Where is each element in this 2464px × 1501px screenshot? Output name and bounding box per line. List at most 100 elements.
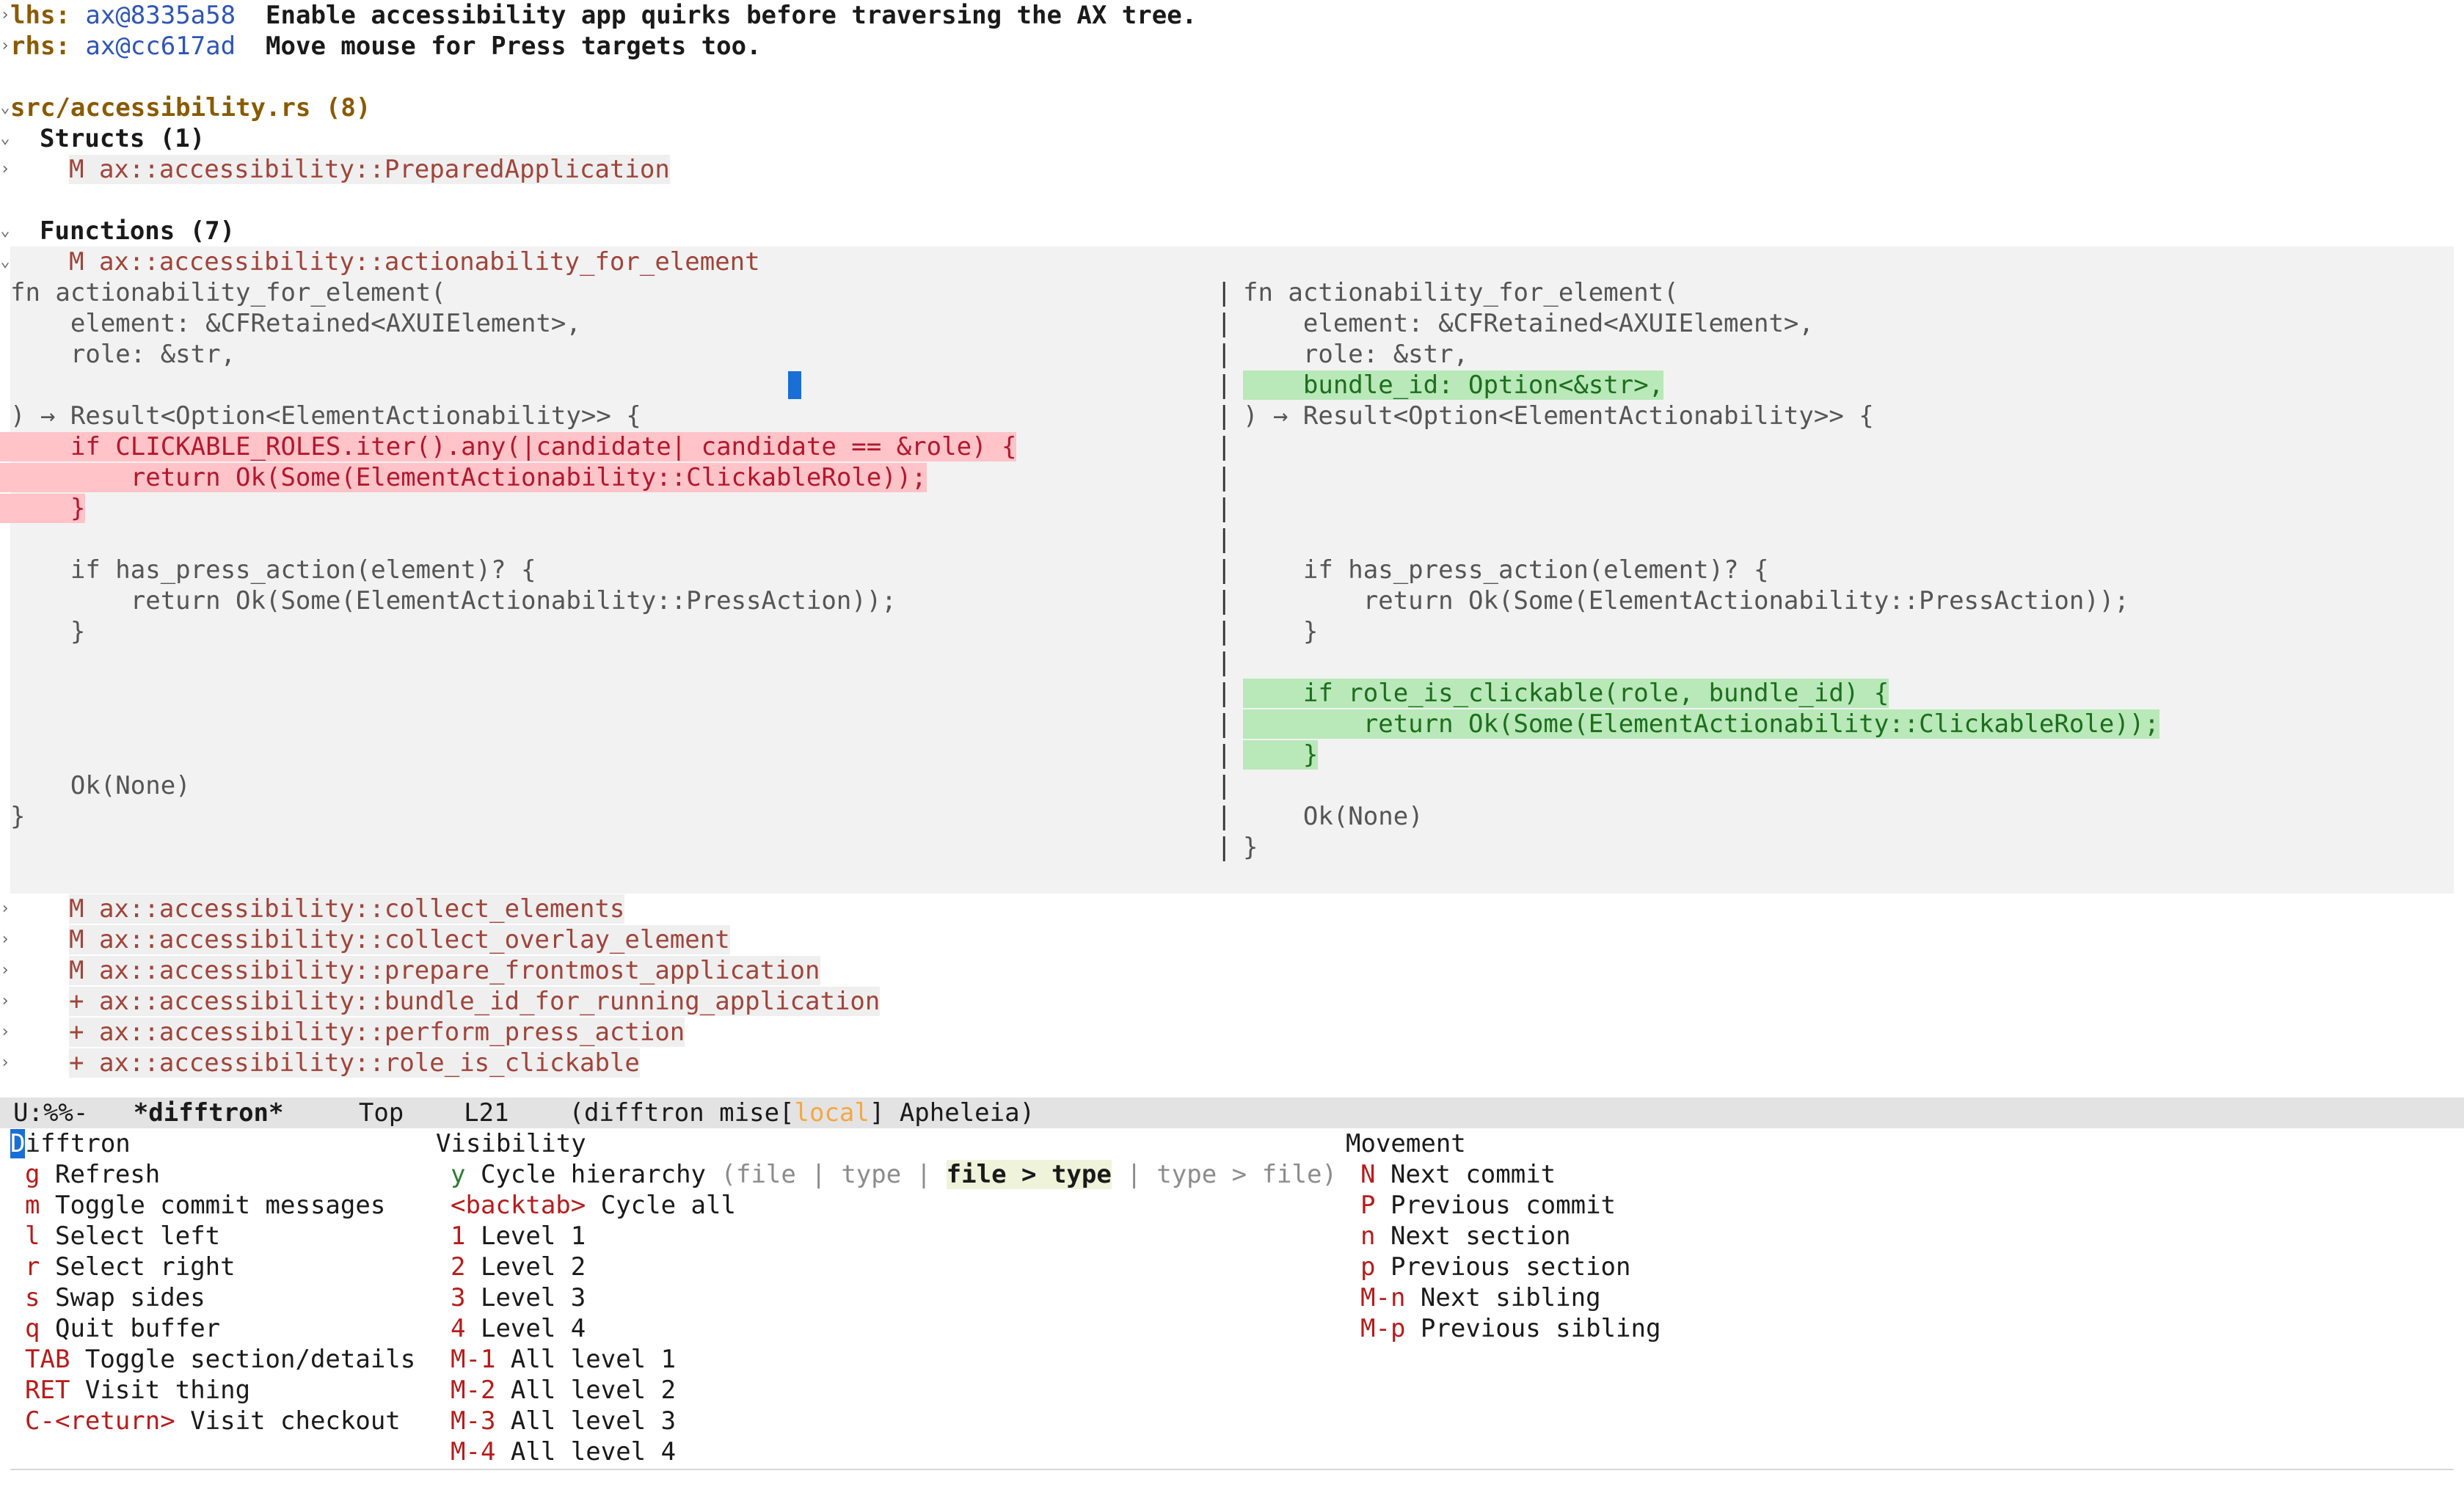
- menu-item[interactable]: 3 Level 3: [451, 1282, 586, 1313]
- menu-item-label: Refresh: [54, 1160, 161, 1189]
- text-cursor: [788, 371, 801, 399]
- menu-item-key: P: [1360, 1191, 1376, 1220]
- menu-item[interactable]: n Next section: [1360, 1221, 1571, 1252]
- lhs-row[interactable]: lhs: ax@8335a58 Enable accessibility app…: [10, 0, 1197, 31]
- menu-item[interactable]: g Refresh: [25, 1159, 160, 1190]
- menu-title-visibility: Visibility: [436, 1129, 586, 1158]
- menu-item[interactable]: m Toggle commit messages: [25, 1190, 385, 1221]
- menu-item-label: Toggle section/details: [84, 1345, 416, 1374]
- menu-item-key: 1: [451, 1221, 466, 1251]
- menu-item[interactable]: RET Visit thing: [25, 1375, 250, 1406]
- menu-item[interactable]: M-3 All level 3: [451, 1406, 676, 1436]
- modeline-line: L21: [464, 1098, 509, 1128]
- menu-item-key: q: [25, 1314, 40, 1343]
- diff-separator-bar: |: [1217, 586, 1232, 616]
- menu-item-key: M-n: [1360, 1283, 1406, 1312]
- fringe-chevron-right-icon: ›: [0, 961, 10, 979]
- menu-item[interactable]: 1 Level 1: [451, 1221, 586, 1252]
- lhs-message: Enable accessibility app quirks before t…: [266, 1, 1198, 30]
- rhs-message: Move mouse for Press targets too.: [266, 32, 762, 61]
- menu-item-key: M-2: [451, 1376, 496, 1405]
- functions-section-header[interactable]: Functions (7): [40, 216, 235, 246]
- diff-separator-bar: |: [1217, 555, 1232, 585]
- function-item-label: + ax::accessibility::bundle_id_for_runni…: [69, 987, 881, 1016]
- diff-line: role: &str,: [10, 340, 236, 369]
- modeline-buffer-name[interactable]: *difftron*: [134, 1098, 284, 1128]
- rhs-commit-link[interactable]: ax@cc617ad: [85, 32, 236, 61]
- function-item-open[interactable]: M ax::accessibility::actionability_for_e…: [69, 246, 760, 277]
- struct-item[interactable]: M ax::accessibility::PreparedApplication: [69, 154, 670, 185]
- diff-separator-bar: |: [1217, 340, 1232, 369]
- menu-item-label: Level 1: [480, 1221, 586, 1251]
- menu-item-label: Level 3: [480, 1283, 586, 1312]
- lhs-commit-link[interactable]: ax@8335a58: [85, 1, 236, 30]
- diff-line: ) → Result<Option<ElementActionability>>…: [10, 401, 641, 431]
- modeline-modes[interactable]: (difftron mise[local] Apheleia): [569, 1098, 1035, 1128]
- mode-line: U:%%- *difftron* Top L21 (difftron mise[…: [0, 1098, 2464, 1128]
- diff-line-removed: }: [0, 493, 86, 524]
- menu-item[interactable]: p Previous section: [1360, 1252, 1630, 1282]
- menu-item[interactable]: q Quit buffer: [25, 1313, 220, 1344]
- menu-item-label: Visit checkout: [190, 1406, 401, 1436]
- function-item[interactable]: M ax::accessibility::prepare_frontmost_a…: [69, 955, 820, 986]
- menu-item[interactable]: M-1 All level 1: [451, 1344, 676, 1375]
- diff-separator-bar: |: [1217, 648, 1232, 677]
- file-path: src/accessibility.rs: [10, 93, 311, 123]
- menu-item[interactable]: <backtab> Cycle all: [451, 1190, 736, 1221]
- diff-line-added: }: [1243, 739, 1319, 770]
- menu-item-label: All level 1: [510, 1345, 677, 1374]
- diff-line-added: bundle_id: Option<&str>,: [1243, 370, 1664, 401]
- added-indent: [1243, 370, 1303, 400]
- menu-item-key: M-1: [451, 1345, 496, 1374]
- menu-item-label: Quit buffer: [54, 1314, 221, 1343]
- removed-text: return Ok(Some(ElementActionability::Cli…: [0, 463, 927, 492]
- menu-item-label: Next commit: [1390, 1160, 1556, 1189]
- structs-section-header[interactable]: Structs (1): [40, 123, 205, 154]
- menu-item-key: g: [25, 1160, 40, 1189]
- diff-separator-bar: |: [1217, 278, 1232, 307]
- function-item[interactable]: M ax::accessibility::collect_elements: [69, 894, 625, 924]
- menu-item[interactable]: M-n Next sibling: [1360, 1282, 1601, 1313]
- menu-item-key: n: [1360, 1221, 1376, 1251]
- added-text: if role_is_clickable(role, bundle_id) {: [1302, 679, 1889, 708]
- menu-title-difftron: Difftron: [10, 1129, 131, 1158]
- menu-item-key: m: [25, 1191, 40, 1220]
- rhs-row[interactable]: rhs: ax@cc617ad Move mouse for Press tar…: [10, 31, 762, 62]
- menu-item-key: N: [1360, 1160, 1376, 1189]
- menu-item[interactable]: s Swap sides: [25, 1282, 205, 1313]
- menu-item-label: Previous section: [1390, 1252, 1631, 1282]
- diff-separator-bar: |: [1217, 833, 1232, 862]
- menu-item-key: 4: [451, 1314, 466, 1343]
- menu-item[interactable]: TAB Toggle section/details: [25, 1344, 415, 1375]
- menu-item-key: s: [25, 1283, 40, 1312]
- menu-item[interactable]: N Next commit: [1360, 1159, 1556, 1190]
- menu-item[interactable]: 2 Level 2: [451, 1252, 586, 1282]
- file-section-header[interactable]: src/accessibility.rs (8): [10, 92, 371, 123]
- modeline-position: Top: [358, 1098, 404, 1128]
- diff-line: role: &str,: [1243, 340, 1469, 369]
- function-item[interactable]: + ax::accessibility::role_is_clickable: [69, 1048, 640, 1078]
- menu-item-key: M-3: [451, 1406, 496, 1436]
- menu-item-cycle-hierarchy[interactable]: y Cycle hierarchy (file | type | file > …: [451, 1159, 1337, 1190]
- menu-item[interactable]: M-p Previous sibling: [1360, 1313, 1661, 1344]
- diff-line-removed: return Ok(Some(ElementActionability::Cli…: [0, 462, 927, 493]
- menu-item[interactable]: C-<return> Visit checkout: [25, 1406, 401, 1436]
- fringe-arrow-icon: ›: [0, 37, 10, 55]
- function-item[interactable]: M ax::accessibility::collect_overlay_ele…: [69, 924, 730, 955]
- menu-item-key: M-p: [1360, 1314, 1406, 1343]
- function-item[interactable]: + ax::accessibility::bundle_id_for_runni…: [69, 986, 881, 1017]
- diff-line-added: return Ok(Some(ElementActionability::Cli…: [1243, 709, 2159, 739]
- function-item[interactable]: + ax::accessibility::perform_press_actio…: [69, 1017, 685, 1048]
- menu-item[interactable]: M-2 All level 2: [451, 1375, 676, 1406]
- diff-line: element: &CFRetained<AXUIElement>,: [10, 309, 581, 338]
- diff-line: element: &CFRetained<AXUIElement>,: [1243, 309, 1814, 338]
- menu-item[interactable]: P Previous commit: [1360, 1190, 1616, 1221]
- diff-line-removed: if CLICKABLE_ROLES.iter().any(|candidate…: [0, 431, 1017, 462]
- menu-item-label: Previous sibling: [1420, 1314, 1661, 1343]
- menu-item[interactable]: M-4 All level 4: [451, 1436, 676, 1467]
- menu-item[interactable]: 4 Level 4: [451, 1313, 586, 1344]
- window-divider: [10, 1469, 2454, 1470]
- menu-item[interactable]: l Select left: [25, 1221, 220, 1252]
- menu-item[interactable]: r Select right: [25, 1252, 236, 1282]
- lhs-label: lhs:: [10, 1, 70, 30]
